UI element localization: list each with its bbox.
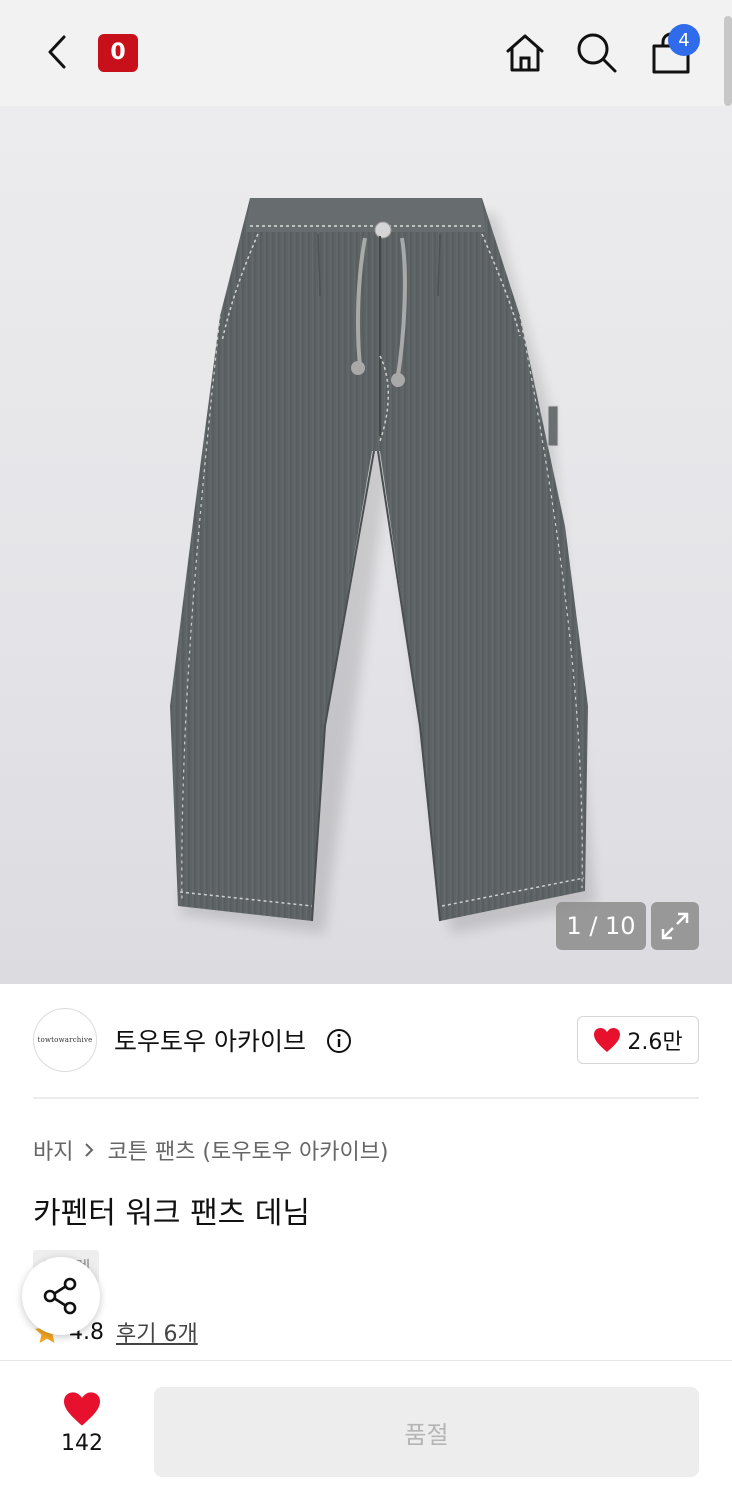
scrollbar[interactable] [724, 16, 732, 106]
breadcrumb-item-category[interactable]: 바지 [33, 1134, 73, 1166]
breadcrumb-item-subcategory[interactable]: 코튼 팬츠 (토우토우 아카이브) [107, 1134, 388, 1166]
brand-avatar[interactable]: towtowarchive [33, 1008, 97, 1072]
home-icon [506, 34, 544, 72]
search-icon [577, 33, 617, 73]
logo-text: 0 [110, 40, 126, 65]
heart-icon [594, 1028, 621, 1052]
fullscreen-button[interactable] [651, 902, 699, 950]
share-icon [43, 1277, 77, 1315]
brand-avatar-text: towtowarchive [37, 1036, 93, 1044]
wishlist-button[interactable]: 142 [40, 1391, 124, 1471]
info-icon[interactable] [326, 1028, 352, 1054]
brand-name[interactable]: 토우토우 아카이브 [114, 1022, 306, 1058]
brand-row: towtowarchive 토우토우 아카이브 2.6만 [0, 984, 732, 1098]
store-logo[interactable]: 0 [98, 34, 138, 72]
product-image-gallery[interactable]: 1 / 10 [0, 106, 732, 984]
chevron-right-icon [83, 1140, 97, 1160]
back-button[interactable] [36, 30, 80, 74]
expand-icon [661, 912, 689, 940]
brand-like-button[interactable]: 2.6만 [577, 1016, 699, 1064]
product-photo-denim-pants [170, 198, 596, 934]
search-button[interactable] [574, 30, 620, 76]
wishlist-count: 142 [61, 1431, 103, 1456]
top-app-bar: 0 4 [0, 0, 732, 106]
product-title: 카펜터 워크 팬츠 데님 [33, 1196, 311, 1231]
back-icon [48, 35, 66, 69]
cart-count-badge: 4 [668, 24, 700, 56]
heart-icon [64, 1392, 100, 1426]
reviews-link[interactable]: 후기 6개 [116, 1316, 198, 1348]
share-button[interactable] [22, 1257, 100, 1335]
image-counter: 1 / 10 [556, 902, 646, 950]
breadcrumb: 바지 코튼 팬츠 (토우토우 아카이브) [33, 1134, 389, 1166]
home-button[interactable] [502, 30, 548, 76]
sold-out-button[interactable]: 품절 [154, 1387, 699, 1477]
divider [33, 1097, 699, 1099]
bottom-action-bar: 142 품절 [0, 1360, 732, 1500]
brand-like-count: 2.6만 [627, 1030, 683, 1055]
